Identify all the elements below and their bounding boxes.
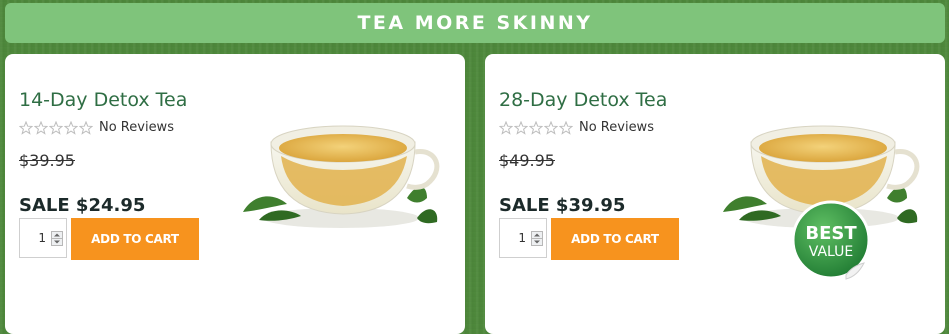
- star-outline-icon: [514, 120, 528, 135]
- star-outline-icon: [79, 120, 93, 135]
- tea-cup-image[interactable]: [231, 112, 441, 232]
- badge-line1: BEST: [805, 223, 857, 244]
- star-outline-icon: [49, 120, 63, 135]
- best-value-badge-icon: BEST VALUE: [791, 200, 871, 280]
- quantity-value[interactable]: 1: [506, 231, 526, 245]
- star-outline-icon: [559, 120, 573, 135]
- reviews-link[interactable]: No Reviews: [99, 120, 174, 135]
- spinner-icon[interactable]: [51, 231, 63, 246]
- quantity-stepper[interactable]: 1: [499, 218, 547, 258]
- quantity-stepper[interactable]: 1: [19, 218, 67, 258]
- sale-price: SALE $39.95: [499, 195, 626, 216]
- product-card: 14-Day Detox Tea No Reviews $39.95 SALE …: [5, 54, 465, 334]
- original-price: $49.95: [499, 151, 555, 170]
- category-title: TEA MORE SKINNY: [357, 12, 593, 34]
- rating: No Reviews: [19, 120, 174, 135]
- product-card: 28-Day Detox Tea No Reviews $49.95 SALE …: [485, 54, 945, 334]
- product-name[interactable]: 28-Day Detox Tea: [499, 89, 667, 111]
- original-price: $39.95: [19, 151, 75, 170]
- star-outline-icon: [64, 120, 78, 135]
- star-outline-icon: [529, 120, 543, 135]
- reviews-link[interactable]: No Reviews: [579, 120, 654, 135]
- category-banner: TEA MORE SKINNY: [5, 3, 945, 43]
- star-outline-icon: [34, 120, 48, 135]
- badge-line2: VALUE: [809, 244, 853, 260]
- sale-price: SALE $24.95: [19, 195, 146, 216]
- star-outline-icon: [544, 120, 558, 135]
- star-outline-icon: [19, 120, 33, 135]
- spinner-icon[interactable]: [531, 231, 543, 246]
- rating: No Reviews: [499, 120, 654, 135]
- star-outline-icon: [499, 120, 513, 135]
- quantity-value[interactable]: 1: [26, 231, 46, 245]
- add-to-cart-button[interactable]: ADD TO CART: [551, 218, 679, 260]
- product-name[interactable]: 14-Day Detox Tea: [19, 89, 187, 111]
- add-to-cart-button[interactable]: ADD TO CART: [71, 218, 199, 260]
